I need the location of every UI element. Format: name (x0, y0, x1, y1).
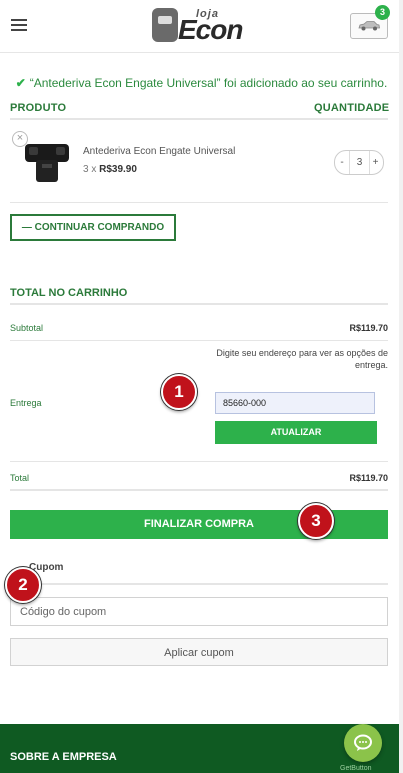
quantity-increase-button[interactable]: + (368, 151, 383, 174)
footer-about-title[interactable]: SOBRE A EMPRESA (10, 751, 117, 763)
logo-econ-text: Econ (178, 14, 243, 45)
table-row-divider (10, 202, 388, 203)
coupon-divider (10, 583, 388, 585)
chat-widget-button[interactable] (344, 724, 382, 762)
annotation-marker-1: 1 (161, 374, 197, 410)
cart-totals-title: TOTAL NO CARRINHO (10, 287, 128, 299)
total-divider (10, 489, 388, 491)
column-header-product: PRODUTO (10, 102, 67, 114)
continue-shopping-button[interactable]: — CONTINUAR COMPRANDO (10, 214, 176, 241)
subtotal-divider (10, 340, 388, 341)
quantity-stepper: - 3 + (334, 150, 384, 175)
coupon-code-input[interactable] (10, 597, 388, 626)
apply-coupon-button[interactable]: Aplicar cupom (10, 638, 388, 666)
quantity-input[interactable]: 3 (349, 151, 370, 174)
postcode-input[interactable] (215, 392, 375, 414)
quantity-decrease-button[interactable]: - (335, 151, 349, 174)
column-header-quantity: QUANTIDADE (314, 102, 390, 114)
car-icon (358, 21, 380, 31)
check-icon: ✔ (15, 76, 26, 90)
cart-totals-divider (10, 303, 388, 305)
product-unit-price: 3 x R$39.90 (83, 164, 137, 175)
annotation-marker-3: 3 (298, 503, 334, 539)
notice-text: “Antederiva Econ Engate Universal” foi a… (29, 76, 388, 90)
chat-widget-label: GetButton (340, 765, 372, 772)
annotation-marker-2: 2 (5, 567, 41, 603)
menu-icon[interactable] (11, 19, 27, 31)
product-name-link[interactable]: Antederiva Econ Engate Universal (83, 146, 235, 157)
site-header: loja Econ 3 (0, 0, 403, 53)
chat-bubble-icon (354, 734, 372, 751)
subtotal-value: R$119.70 (349, 323, 388, 333)
shipping-divider (10, 461, 388, 462)
logo-mascot-icon (152, 8, 178, 42)
site-logo[interactable]: loja Econ (152, 6, 248, 46)
table-header-divider (10, 118, 388, 120)
product-qty-prefix: 3 x (83, 164, 100, 175)
shipping-label: Entrega (10, 398, 42, 408)
product-price-value: R$39.90 (99, 164, 137, 175)
total-label: Total (10, 473, 30, 483)
total-value: R$119.70 (349, 473, 388, 483)
subtotal-label: Subtotal (10, 323, 44, 333)
scrollbar-track[interactable] (399, 0, 403, 773)
product-thumbnail[interactable] (22, 138, 72, 186)
cart-count-badge: 3 (375, 5, 390, 20)
shipping-note: Digite seu endereço para ver as opções d… (216, 348, 388, 370)
update-shipping-button[interactable]: ATUALIZAR (215, 421, 377, 444)
added-to-cart-notice: ✔ “Antederiva Econ Engate Universal” foi … (0, 76, 403, 90)
